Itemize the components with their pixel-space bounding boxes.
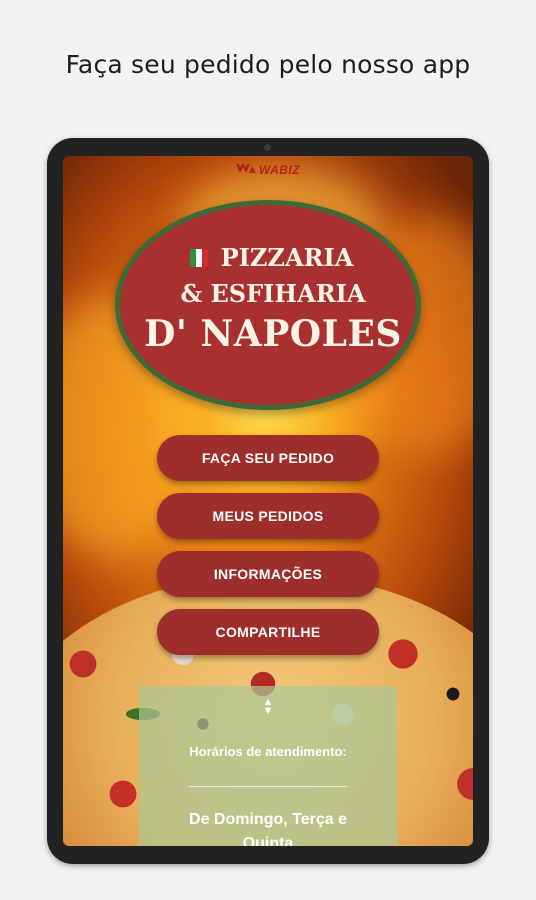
wabiz-logo-icon	[235, 163, 256, 177]
divider	[189, 786, 347, 787]
logo-pizzaria: PIZZARIA	[220, 243, 354, 272]
share-button[interactable]: COMPARTILHE	[157, 609, 379, 655]
hours-days-line2: Quinta	[242, 835, 294, 846]
wabiz-label: WABIZ	[258, 163, 301, 177]
wabiz-brand: WABIZ	[63, 163, 473, 177]
hours-days-line1: De Domingo, Terça e	[189, 811, 347, 828]
expand-toggle-icon[interactable]: ▲ ▼	[139, 697, 397, 717]
opening-hours-panel[interactable]: ▲ ▼ Horários de atendimento: De Domingo, …	[139, 686, 397, 846]
hours-title: Horários de atendimento:	[189, 744, 347, 759]
my-orders-button[interactable]: MEUS PEDIDOS	[157, 493, 379, 539]
hours-days: De Domingo, Terça e Quinta	[139, 808, 397, 846]
logo-restaurant-name: D' NAPOLES	[144, 313, 402, 355]
promo-headline: Faça seu pedido pelo nosso app	[65, 50, 471, 79]
app-screen: WABIZ PIZZARIA & ESFIHARIA D' NAPOLES FA…	[63, 156, 473, 846]
order-button[interactable]: FAÇA SEU PEDIDO	[157, 435, 379, 481]
camera-dot	[264, 144, 271, 151]
restaurant-logo: PIZZARIA & ESFIHARIA D' NAPOLES	[115, 200, 421, 410]
tablet-frame: WABIZ PIZZARIA & ESFIHARIA D' NAPOLES FA…	[47, 138, 489, 864]
logo-esfiharia: & ESFIHARIA	[180, 279, 366, 308]
information-button[interactable]: INFORMAÇÕES	[157, 551, 379, 597]
